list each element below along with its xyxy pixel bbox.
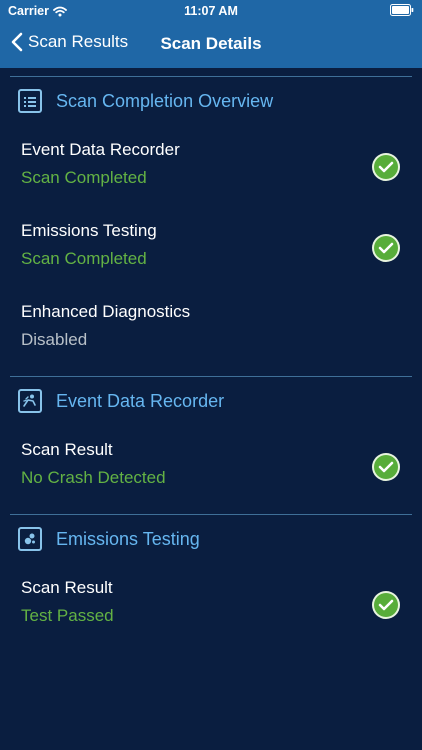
list-item-emissions-scan-result: Scan Result Test Passed bbox=[21, 578, 411, 638]
check-circle-icon bbox=[372, 453, 400, 481]
emissions-icon bbox=[18, 527, 42, 551]
nav-row: Scan Results Scan Details bbox=[0, 22, 422, 68]
page-title: Scan Details bbox=[160, 34, 262, 53]
section-title: Event Data Recorder bbox=[56, 390, 225, 411]
status-time: 11:07 AM bbox=[184, 4, 238, 18]
item-label: Scan Result bbox=[21, 578, 113, 597]
status-bar: Carrier 11:07 AM bbox=[0, 0, 422, 22]
item-label: Enhanced Diagnostics bbox=[21, 302, 191, 321]
section-title: Scan Completion Overview bbox=[56, 90, 274, 111]
item-status: Test Passed bbox=[21, 606, 114, 625]
section-event-data-recorder: Event Data Recorder bbox=[10, 376, 412, 425]
section-header: Scan Completion Overview bbox=[10, 77, 412, 125]
item-status: Disabled bbox=[21, 330, 88, 349]
navigation-bar: Carrier 11:07 AM Scan Results Scan Detai… bbox=[0, 0, 422, 68]
section-header: Emissions Testing bbox=[10, 515, 412, 563]
list-item-edr-scan-result: Scan Result No Crash Detected bbox=[21, 440, 411, 500]
battery-icon bbox=[390, 4, 414, 19]
list-item-emissions-testing: Emissions Testing Scan Completed bbox=[21, 221, 411, 281]
item-status: Scan Completed bbox=[21, 249, 147, 268]
section-title: Emissions Testing bbox=[56, 528, 200, 549]
item-status: Scan Completed bbox=[21, 168, 147, 187]
section-header: Event Data Recorder bbox=[10, 377, 412, 425]
list-item-event-data-recorder: Event Data Recorder Scan Completed bbox=[21, 140, 411, 200]
list-icon bbox=[18, 89, 42, 113]
scan-details-content: Scan Completion Overview Event Data Reco… bbox=[0, 68, 422, 750]
item-label: Event Data Recorder bbox=[21, 140, 180, 159]
item-label: Scan Result bbox=[21, 440, 113, 459]
list-item-enhanced-diagnostics: Enhanced Diagnostics Disabled bbox=[21, 302, 411, 362]
check-circle-icon bbox=[372, 153, 400, 181]
airbag-icon bbox=[18, 389, 42, 413]
section-emissions-testing: Emissions Testing bbox=[10, 514, 412, 563]
item-status: No Crash Detected bbox=[21, 468, 166, 487]
section-scan-completion-overview: Scan Completion Overview bbox=[10, 76, 412, 125]
check-circle-icon bbox=[372, 234, 400, 262]
check-circle-icon bbox=[372, 591, 400, 619]
item-label: Emissions Testing bbox=[21, 221, 157, 240]
